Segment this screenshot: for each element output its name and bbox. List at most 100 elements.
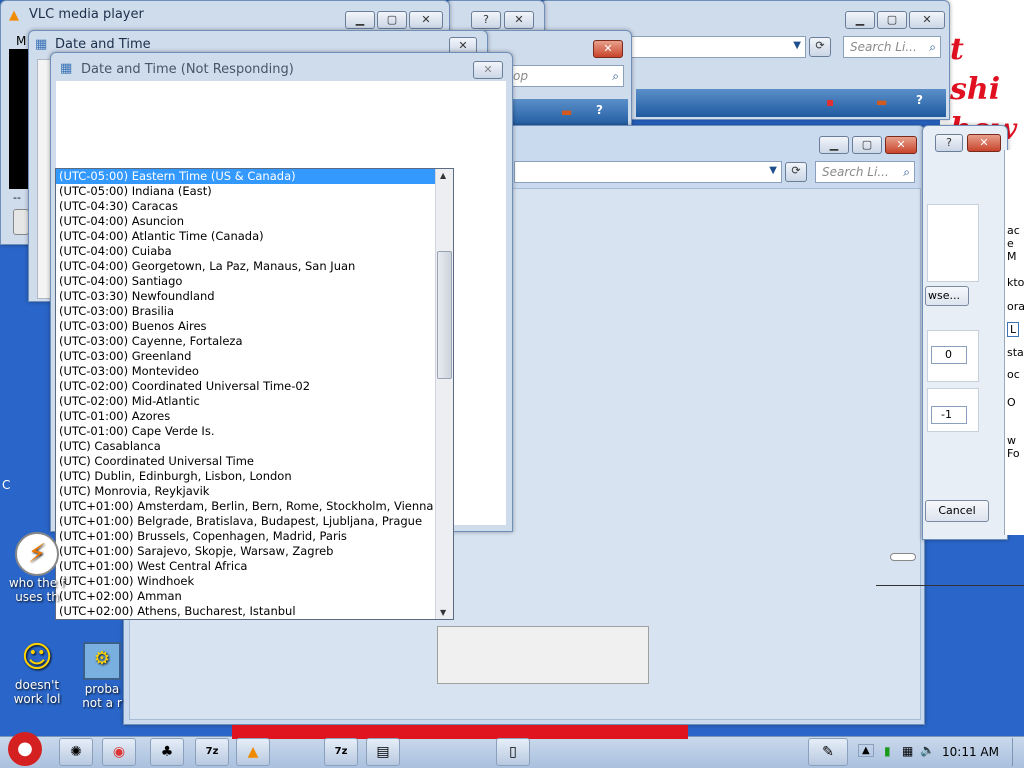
minimize-button[interactable]: ▁	[845, 11, 875, 29]
text-fragment: L	[1007, 322, 1020, 337]
timezone-option[interactable]: (UTC-03:30) Newfoundland	[56, 289, 453, 304]
minimize-button[interactable]: ▁	[819, 136, 849, 154]
close-button[interactable]: ✕	[909, 11, 945, 29]
timezone-option[interactable]: (UTC-03:00) Montevideo	[56, 364, 453, 379]
timezone-option[interactable]: (UTC+01:00) Brussels, Copenhagen, Madrid…	[56, 529, 453, 544]
timezone-option[interactable]: (UTC) Casablanca	[56, 439, 453, 454]
timezone-option[interactable]: (UTC) Monrovia, Reykjavik	[56, 484, 453, 499]
vlc-play-button[interactable]	[13, 209, 29, 235]
timezone-option[interactable]: (UTC) Dublin, Edinburgh, Lisbon, London	[56, 469, 453, 484]
refresh-button[interactable]: ⟳	[785, 162, 807, 182]
timezone-option[interactable]: (UTC-03:00) Greenland	[56, 349, 453, 364]
timezone-option[interactable]: (UTC-04:00) Georgetown, La Paz, Manaus, …	[56, 259, 453, 274]
close-button[interactable]: ✕	[885, 136, 917, 154]
chevron-down-icon[interactable]: ▼	[769, 165, 777, 176]
taskbar-button-calculator[interactable]: ▤	[366, 738, 400, 766]
help-icon[interactable]: ?	[916, 93, 923, 107]
timezone-option[interactable]: (UTC-03:00) Cayenne, Fortaleza	[56, 334, 453, 349]
close-button[interactable]: ✕	[473, 61, 503, 79]
help-button[interactable]: ?	[935, 134, 963, 152]
system-tray: ▲ ▮ ▦ 🔈 10:11 AM	[854, 738, 1024, 766]
close-button[interactable]: ✕	[593, 40, 623, 58]
maximize-button[interactable]: ▢	[377, 11, 407, 29]
timezone-option[interactable]: (UTC-05:00) Eastern Time (US & Canada)	[56, 169, 453, 184]
timezone-option[interactable]: (UTC-02:00) Mid-Atlantic	[56, 394, 453, 409]
timezone-option[interactable]: (UTC-04:00) Atlantic Time (Canada)	[56, 229, 453, 244]
timezone-option[interactable]: (UTC-04:00) Asuncion	[56, 214, 453, 229]
taskbar-button-notepad[interactable]: ▯	[496, 738, 530, 766]
timezone-dropdown-list[interactable]: (UTC-05:00) Eastern Time (US & Canada) (U…	[55, 168, 454, 620]
slider-handle[interactable]	[890, 553, 916, 561]
help-button[interactable]: ?	[471, 11, 501, 29]
desktop-edge-text: C	[2, 478, 11, 492]
volume-icon[interactable]: 🔈	[920, 743, 935, 757]
address-bar[interactable]: ▼	[514, 161, 782, 183]
timezone-option[interactable]: (UTC+01:00) West Central Africa	[56, 559, 453, 574]
partial-window-right[interactable]: ac e M kto ora L sta oc O w Fo	[1004, 150, 1024, 535]
search-input[interactable]: op ⌕	[506, 65, 624, 87]
taskbar-button-7zip-2[interactable]: 7z	[324, 738, 358, 766]
taskbar-button-app[interactable]: ✎	[808, 738, 848, 766]
text-fragment: oc	[1007, 368, 1020, 381]
show-desktop-button[interactable]	[1012, 738, 1023, 766]
start-button[interactable]: ●	[0, 728, 50, 768]
timezone-option[interactable]: (UTC-04:00) Santiago	[56, 274, 453, 289]
vlc-menu-fragment[interactable]: M	[16, 34, 26, 48]
taskbar-button-vlc[interactable]: ▲	[236, 738, 270, 766]
scroll-down-arrow[interactable]: ▼	[440, 608, 446, 617]
timezone-option[interactable]: (UTC-04:00) Cuiaba	[56, 244, 453, 259]
timezone-option[interactable]: (UTC+01:00) Belgrade, Bratislava, Budape…	[56, 514, 453, 529]
scroll-thumb[interactable]	[437, 251, 452, 379]
help-icon[interactable]: ?	[596, 103, 603, 117]
clock[interactable]: 10:11 AM	[942, 745, 999, 759]
maximize-button[interactable]: ▢	[877, 11, 907, 29]
timezone-option[interactable]: (UTC-01:00) Cape Verde Is.	[56, 424, 453, 439]
desktop-icon-2[interactable]: ☺ doesn't work lol	[2, 638, 72, 706]
maximize-button[interactable]: ▢	[852, 136, 882, 154]
timezone-option[interactable]: (UTC-05:00) Indiana (East)	[56, 184, 453, 199]
angry-bird-icon: ●	[8, 732, 42, 766]
cancel-button[interactable]: Cancel	[925, 500, 989, 522]
timezone-option[interactable]: (UTC+01:00) Sarajevo, Skopje, Warsaw, Za…	[56, 544, 453, 559]
timezone-option[interactable]: (UTC-03:00) Buenos Aires	[56, 319, 453, 334]
network-icon[interactable]: ▦	[902, 744, 913, 758]
flag-icon[interactable]: ▪	[826, 95, 834, 109]
close-button[interactable]: ✕	[967, 134, 1001, 152]
timezone-option[interactable]: (UTC+01:00) Amsterdam, Berlin, Bern, Rom…	[56, 499, 453, 514]
taskbar-button-chrome[interactable]: ◉	[102, 738, 136, 766]
handwriting-line-1: t shi	[950, 32, 1001, 107]
desktop-icon-3[interactable]: ⚙ proba not a r	[78, 638, 126, 710]
window-title: VLC media player	[29, 7, 144, 22]
timezone-option[interactable]: (UTC-03:00) Brasilia	[56, 304, 453, 319]
timezone-option[interactable]: (UTC-01:00) Azores	[56, 409, 453, 424]
spinner-2[interactable]: -1	[931, 406, 967, 424]
timezone-option[interactable]: (UTC) Coordinated Universal Time	[56, 454, 453, 469]
taskbar-button-7zip[interactable]: 7z	[195, 738, 229, 766]
battery-icon[interactable]: ▮	[884, 744, 891, 758]
address-bar[interactable]: ▼	[631, 36, 806, 58]
minimize-button[interactable]: ▁	[345, 11, 375, 29]
tray-expand-icon[interactable]: ▲	[858, 744, 874, 757]
close-button[interactable]: ✕	[504, 11, 534, 29]
refresh-button[interactable]: ⟳	[809, 37, 831, 57]
spinner-1[interactable]: 0	[931, 346, 967, 364]
properties-dialog[interactable]: ? ✕ wse... 0 -1 Cancel	[922, 125, 1008, 540]
timezone-option[interactable]: (UTC+02:00) Amman	[56, 589, 453, 604]
vertical-scrollbar[interactable]: ▲ ▼	[435, 169, 453, 619]
close-button[interactable]: ✕	[409, 11, 443, 29]
desktop-icon-1[interactable]: ⚡ who the f uses th	[2, 532, 72, 604]
taskbar-button-paint[interactable]: ♣	[150, 738, 184, 766]
envelope-icon[interactable]: ▬	[876, 95, 887, 109]
timezone-option[interactable]: (UTC-02:00) Coordinated Universal Time-0…	[56, 379, 453, 394]
chevron-down-icon[interactable]: ▼	[793, 40, 801, 51]
scroll-up-arrow[interactable]: ▲	[440, 171, 446, 180]
search-input[interactable]: Search Li... ⌕	[815, 161, 915, 183]
timezone-option[interactable]: (UTC-04:30) Caracas	[56, 199, 453, 214]
timezone-option[interactable]: (UTC+02:00) Athens, Bucharest, Istanbul	[56, 604, 453, 619]
taskbar-button-display[interactable]: ✺	[59, 738, 93, 766]
timezone-option[interactable]: (UTC+01:00) Windhoek	[56, 574, 453, 589]
browse-button[interactable]: wse...	[925, 286, 969, 306]
monitor-gear-icon: ⚙	[83, 642, 121, 680]
search-input[interactable]: Search Li... ⌕	[843, 36, 941, 58]
envelope-icon[interactable]: ▬	[561, 105, 572, 119]
